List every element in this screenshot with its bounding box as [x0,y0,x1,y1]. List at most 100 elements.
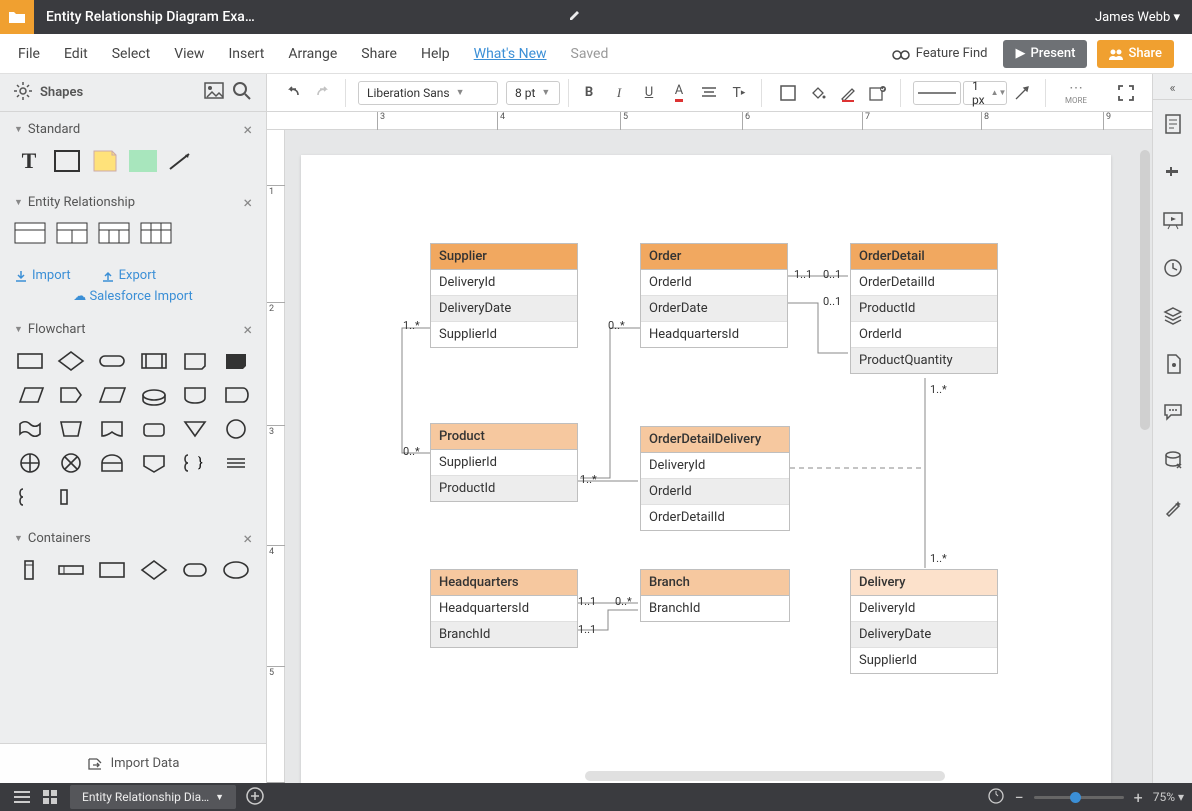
data-icon[interactable] [1153,436,1192,484]
add-page-button[interactable] [246,787,264,808]
menu-help[interactable]: Help [421,46,450,62]
entity-product[interactable]: ProductSupplierIdProductId [430,423,578,502]
entity-orderdetaildelivery[interactable]: OrderDetailDeliveryDeliveryIdOrderIdOrde… [640,426,790,531]
page-tab[interactable]: Entity Relationship Dia…▼ [70,785,236,809]
text-options-button[interactable]: T▸ [725,79,753,107]
chat-icon[interactable] [1153,388,1192,436]
notes-icon[interactable] [1153,100,1192,148]
gear-icon[interactable] [14,82,32,104]
fullscreen-button[interactable] [1112,79,1140,107]
fontsize-select[interactable]: 8 pt▼ [506,81,560,105]
line-style-select[interactable] [913,81,961,105]
redo-button[interactable] [309,79,337,107]
flowchart-shape[interactable] [97,451,128,475]
entity-field[interactable]: OrderId [641,479,789,505]
container-shape[interactable] [14,558,45,582]
grid-view-icon[interactable] [36,783,64,811]
entity-header[interactable]: Branch [641,570,789,596]
flowchart-shape[interactable] [221,451,252,475]
paint-bucket-icon[interactable] [804,79,832,107]
container-shape[interactable] [138,558,169,582]
folder-icon[interactable] [0,0,34,34]
entity-field[interactable]: ProductId [431,476,577,501]
history-icon[interactable] [1153,244,1192,292]
comments-icon[interactable] [1153,148,1192,196]
entity-field[interactable]: DeliveryDate [431,296,577,322]
entity-field[interactable]: OrderId [851,322,997,348]
entity-field[interactable]: OrderDetailId [851,270,997,296]
flowchart-shape[interactable] [55,485,86,509]
entity-field[interactable]: DeliveryId [431,270,577,296]
flowchart-shape[interactable] [14,451,45,475]
flowchart-shape[interactable] [55,417,86,441]
flowchart-shape[interactable] [138,383,169,407]
magic-icon[interactable] [1153,484,1192,532]
flowchart-shape[interactable] [55,383,86,407]
outline-view-icon[interactable] [8,783,36,811]
entity-field[interactable]: OrderDate [641,296,787,322]
flowchart-shape[interactable] [97,349,128,373]
horizontal-scrollbar[interactable] [585,771,945,781]
entity-field[interactable]: HeadquartersId [431,596,577,622]
flowchart-shape[interactable] [14,417,45,441]
menu-share[interactable]: Share [361,46,397,62]
vertical-scrollbar[interactable] [1140,150,1150,430]
presentation-icon[interactable] [1153,196,1192,244]
entity-field[interactable]: HeadquartersId [641,322,787,347]
menu-select[interactable]: Select [112,46,150,62]
flowchart-shape[interactable] [179,349,210,373]
master-pages-icon[interactable] [1153,340,1192,388]
text-color-button[interactable]: A [665,79,693,107]
shape-fill-button[interactable] [774,79,802,107]
font-select[interactable]: Liberation Sans▼ [358,81,498,105]
entity-field[interactable]: DeliveryId [851,596,997,622]
underline-button[interactable]: U [635,79,663,107]
block-shape[interactable] [52,149,82,173]
entity-field[interactable]: DeliveryId [641,453,789,479]
menu-arrange[interactable]: Arrange [288,46,337,62]
entity-header[interactable]: Supplier [431,244,577,270]
line-width-select[interactable]: 1 px▲▼ [963,81,1007,105]
er-shape-2[interactable] [56,222,88,244]
shape-options-button[interactable] [864,79,892,107]
entity-header[interactable]: Order [641,244,787,270]
zoom-in-button[interactable]: + [1134,788,1143,807]
close-icon[interactable]: × [243,529,252,548]
section-flowchart[interactable]: ▼Flowchart× [0,312,266,347]
zoom-level[interactable]: 75% ▾ [1153,790,1184,804]
menu-view[interactable]: View [174,46,204,62]
section-standard[interactable]: ▼Standard× [0,112,266,147]
hotspot-shape[interactable] [128,149,158,173]
search-icon[interactable] [232,81,252,105]
er-shape-4[interactable] [140,222,172,244]
er-shape-3[interactable] [98,222,130,244]
entity-field[interactable]: DeliveryDate [851,622,997,648]
flowchart-shape[interactable] [14,349,45,373]
entity-headquarters[interactable]: HeadquartersHeadquartersIdBranchId [430,569,578,648]
zoom-out-button[interactable]: − [1014,788,1023,807]
layers-icon[interactable] [1153,292,1192,340]
feature-find[interactable]: Feature Find [892,46,988,61]
flowchart-shape[interactable] [179,383,210,407]
er-export-link[interactable]: Export [101,268,157,283]
flowchart-shape[interactable]: } [179,451,210,475]
entity-header[interactable]: Headquarters [431,570,577,596]
entity-field[interactable]: SupplierId [851,648,997,673]
entity-field[interactable]: BranchId [431,622,577,647]
note-shape[interactable] [90,149,120,173]
entity-field[interactable]: OrderId [641,270,787,296]
align-button[interactable] [695,79,723,107]
container-shape[interactable] [55,558,86,582]
entity-field[interactable]: OrderDetailId [641,505,789,530]
user-menu[interactable]: James Webb ▾ [1095,10,1180,25]
flowchart-shape[interactable] [221,417,252,441]
flowchart-shape[interactable] [55,349,86,373]
flowchart-shape[interactable] [14,485,45,509]
flowchart-shape[interactable] [221,383,252,407]
canvas[interactable]: SupplierDeliveryIdDeliveryDateSupplierId… [285,130,1152,783]
flowchart-shape[interactable] [138,451,169,475]
undo-button[interactable] [279,79,307,107]
flowchart-shape[interactable] [221,349,252,373]
flowchart-shape[interactable] [14,383,45,407]
flowchart-shape[interactable] [138,349,169,373]
